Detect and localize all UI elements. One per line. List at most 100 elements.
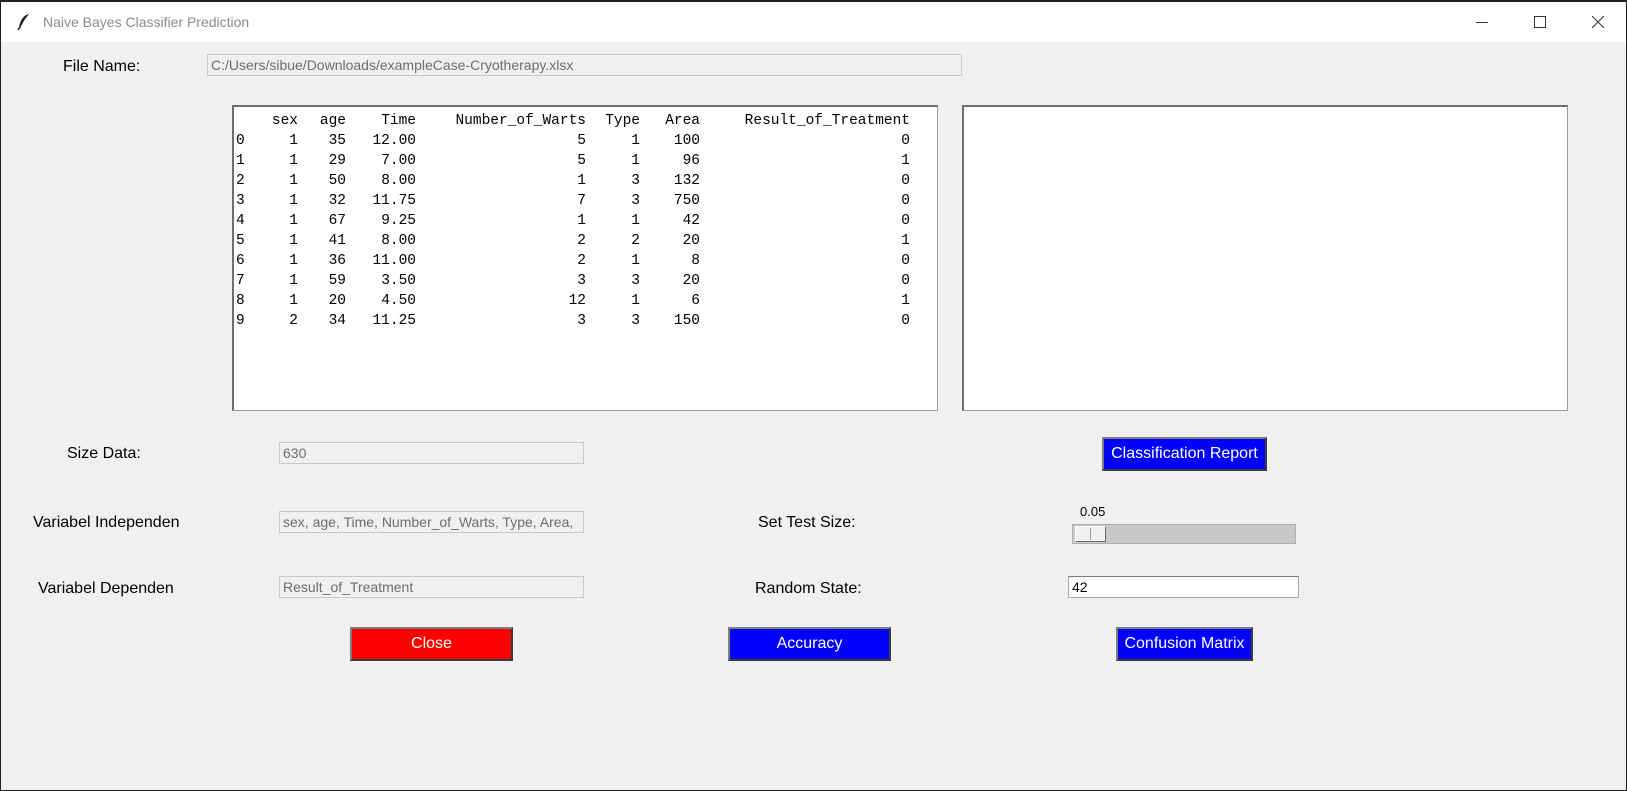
table-cell: 9.25 xyxy=(381,213,416,229)
table-cell: 59 xyxy=(328,273,346,289)
table-cell: 3 xyxy=(577,313,586,329)
confusion-matrix-button[interactable]: Confusion Matrix xyxy=(1116,627,1253,661)
table-cell: 12 xyxy=(568,293,586,309)
table-cell: 1 xyxy=(631,253,640,269)
table-cell: 150 xyxy=(673,313,700,329)
table-cell: 0 xyxy=(901,253,910,269)
table-cell: 20 xyxy=(328,293,346,309)
table-cell: 2 xyxy=(631,233,640,249)
table-row: 5 1 41 8.00 2 2 20 1 xyxy=(236,231,910,251)
table-cell: 12.00 xyxy=(372,133,416,149)
size-data-field[interactable]: 630 xyxy=(279,442,584,464)
row-index: 9 xyxy=(236,313,245,329)
test-size-value: 0.05 xyxy=(1080,504,1106,519)
table-cell: 1 xyxy=(631,293,640,309)
table-row: 3 1 32 11.75 7 3 750 0 xyxy=(236,191,910,211)
table-cell: 1 xyxy=(289,213,298,229)
table-cell: 20 xyxy=(682,233,700,249)
table-row: 2 1 50 8.00 1 3 132 0 xyxy=(236,171,910,191)
table-cell: 11.75 xyxy=(372,193,416,209)
feather-icon xyxy=(17,13,31,31)
table-cell: 8.00 xyxy=(381,233,416,249)
table-row: 1 1 29 7.00 5 1 96 1 xyxy=(236,151,910,171)
table-cell: 0 xyxy=(901,273,910,289)
slider-thumb[interactable] xyxy=(1075,526,1106,542)
table-cell: 29 xyxy=(328,153,346,169)
table-cell: 20 xyxy=(682,273,700,289)
var-dependent-label: Variabel Dependen xyxy=(38,580,174,597)
app-window: Naive Bayes Classifier Prediction File N… xyxy=(0,0,1627,791)
maximize-icon xyxy=(1534,16,1546,28)
table-cell: 1 xyxy=(901,153,910,169)
table-cell: 41 xyxy=(328,233,346,249)
table-cell: 750 xyxy=(673,193,700,209)
table-cell: 1 xyxy=(289,273,298,289)
table-row: 9 2 34 11.25 3 3 150 0 xyxy=(236,311,910,331)
title-bar: Naive Bayes Classifier Prediction xyxy=(1,2,1626,42)
table-cell: 2 xyxy=(577,233,586,249)
table-cell: 11.00 xyxy=(372,253,416,269)
data-preview-textbox[interactable]: sex age Time Number_of_Warts Type Area Result_… xyxy=(232,105,938,411)
close-window-button[interactable] xyxy=(1569,2,1627,42)
row-index: 4 xyxy=(236,213,245,229)
row-index: 1 xyxy=(236,153,245,169)
table-cell: 132 xyxy=(673,173,700,189)
table-cell: 6 xyxy=(691,293,700,309)
table-cell: 0 xyxy=(901,213,910,229)
file-name-field[interactable]: C:/Users/sibue/Downloads/exampleCase-Cry… xyxy=(207,54,962,76)
column-header: sex xyxy=(271,113,298,129)
table-cell: 96 xyxy=(682,153,700,169)
table-cell: 0 xyxy=(901,193,910,209)
table-cell: 3 xyxy=(577,273,586,289)
table-row: 8 1 20 4.50 12 1 6 1 xyxy=(236,291,910,311)
var-independent-field[interactable]: sex, age, Time, Number_of_Warts, Type, A… xyxy=(279,511,584,533)
table-cell: 8 xyxy=(691,253,700,269)
table-cell: 3 xyxy=(631,313,640,329)
classification-report-button[interactable]: Classification Report xyxy=(1102,437,1267,471)
accuracy-button[interactable]: Accuracy xyxy=(728,627,891,661)
table-cell: 1 xyxy=(289,153,298,169)
maximize-button[interactable] xyxy=(1511,2,1569,42)
table-cell: 1 xyxy=(289,133,298,149)
table-cell: 1 xyxy=(901,233,910,249)
table-cell: 8.00 xyxy=(381,173,416,189)
random-state-input[interactable]: 42 xyxy=(1068,576,1299,598)
table-cell: 0 xyxy=(901,173,910,189)
column-header: Result_of_Treatment xyxy=(744,113,910,129)
table-cell: 32 xyxy=(328,193,346,209)
table-cell: 3 xyxy=(631,173,640,189)
column-header xyxy=(236,111,262,131)
table-cell: 2 xyxy=(289,313,298,329)
size-data-label: Size Data: xyxy=(67,445,141,462)
table-row: 6 1 36 11.00 2 1 8 0 xyxy=(236,251,910,271)
table-cell: 1 xyxy=(289,293,298,309)
table-cell: 7 xyxy=(577,193,586,209)
table-cell: 1 xyxy=(631,153,640,169)
column-header: Number_of_Warts xyxy=(455,113,586,129)
table-cell: 3 xyxy=(631,273,640,289)
window-title: Naive Bayes Classifier Prediction xyxy=(43,14,250,30)
report-textbox[interactable] xyxy=(962,105,1568,411)
table-cell: 1 xyxy=(289,233,298,249)
table-cell: 35 xyxy=(328,133,346,149)
minimize-button[interactable] xyxy=(1453,2,1511,42)
close-button[interactable]: Close xyxy=(350,627,513,661)
row-index: 8 xyxy=(236,293,245,309)
table-cell: 1 xyxy=(631,213,640,229)
close-icon xyxy=(1592,16,1604,28)
row-index: 3 xyxy=(236,193,245,209)
table-cell: 3 xyxy=(631,193,640,209)
table-cell: 34 xyxy=(328,313,346,329)
file-name-label: File Name: xyxy=(63,58,141,75)
table-cell: 0 xyxy=(901,133,910,149)
column-header: age xyxy=(319,113,346,129)
table-cell: 4.50 xyxy=(381,293,416,309)
table-cell: 11.25 xyxy=(372,313,416,329)
var-independent-label: Variabel Independen xyxy=(33,514,180,531)
column-header: Type xyxy=(605,113,640,129)
var-dependent-field[interactable]: Result_of_Treatment xyxy=(279,576,584,598)
table-row: 7 1 59 3.50 3 3 20 0 xyxy=(236,271,910,291)
minimize-icon xyxy=(1476,22,1488,23)
table-cell: 50 xyxy=(328,173,346,189)
test-size-slider[interactable] xyxy=(1072,524,1296,544)
